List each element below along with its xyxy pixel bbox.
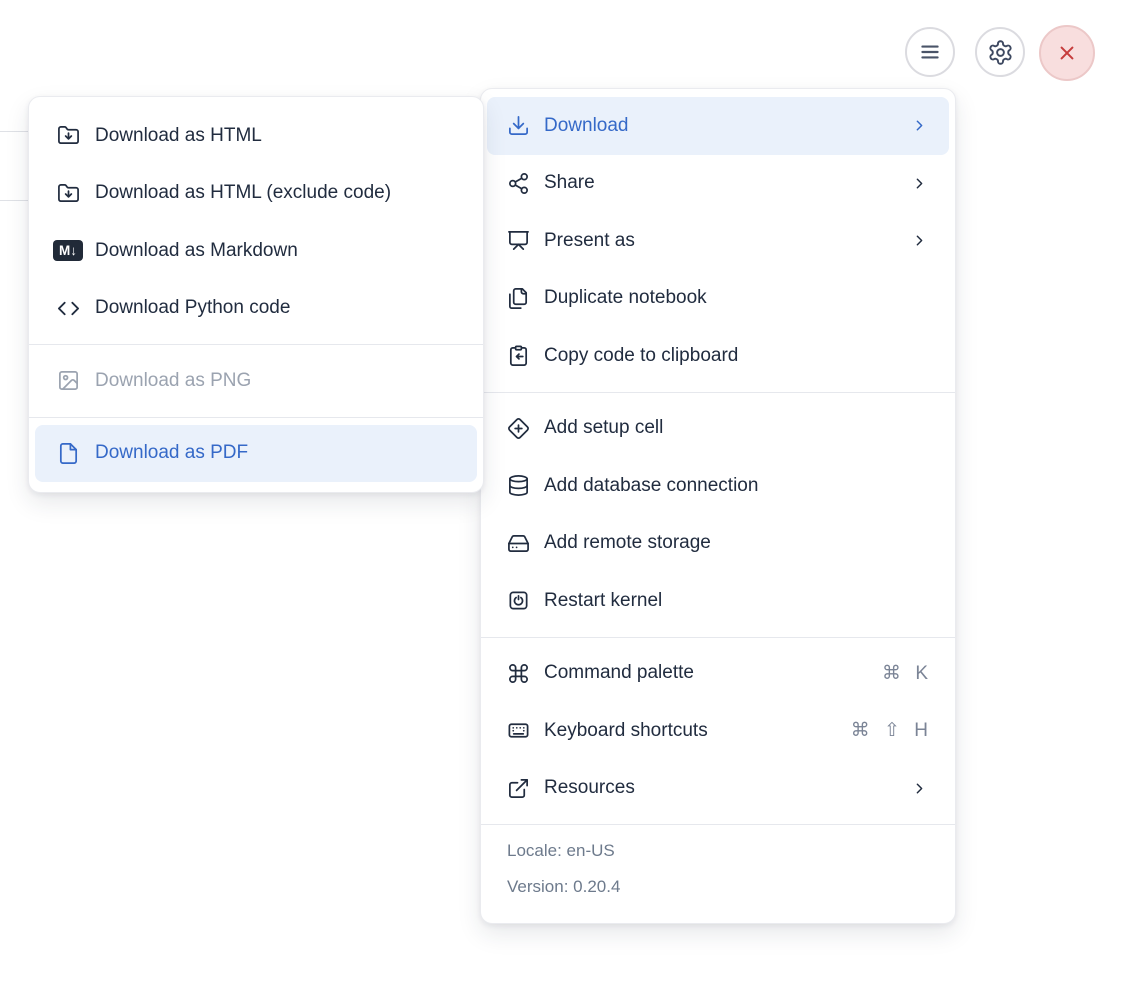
menu-item-label: Add database connection [544,474,759,496]
database-icon [506,474,530,498]
submenu-item-label: Download Python code [95,297,291,319]
menu-button[interactable] [905,27,955,77]
chevron-right-icon [916,120,923,131]
locale-text: Locale: en-US [507,841,615,860]
keyboard-icon [506,719,530,743]
menu-item-label: Keyboard shortcuts [544,719,708,741]
menu-item-label: Download [544,114,629,136]
submenu-item-label: Download as PDF [95,442,249,464]
file-icon [53,441,83,465]
folder-down-icon [53,124,83,148]
presentation-icon [506,229,530,253]
duplicate-files-icon [506,286,530,310]
notebook-menu: Download Share Present as Duplicate note… [480,88,956,924]
submenu-item-download-python[interactable]: Download Python code [35,280,477,338]
image-icon [53,369,83,393]
menu-item-add-setup-cell[interactable]: Add setup cell [487,400,949,458]
submenu-item-download-html[interactable]: Download as HTML [35,107,477,165]
external-link-icon [506,776,530,800]
menu-item-label: Add remote storage [544,532,711,554]
menu-item-restart-kernel[interactable]: Restart kernel [487,572,949,630]
clipboard-copy-icon [506,344,530,368]
menu-divider [481,636,955,638]
menu-item-download[interactable]: Download [487,97,949,155]
menu-item-share[interactable]: Share [487,155,949,213]
submenu-item-download-pdf[interactable]: Download as PDF [35,424,477,482]
menu-item-resources[interactable]: Resources [487,760,949,818]
hard-drive-icon [506,531,530,555]
power-square-icon [506,589,530,613]
menu-item-label: Add setup cell [544,417,664,439]
notebook-page: { "toolbar": { "buttons": [ { "name": "m… [0,0,1130,986]
shortcut-hint: ⌘ ⇧ H [850,720,928,742]
menu-item-label: Share [544,172,595,194]
menu-item-present-as[interactable]: Present as [487,212,949,270]
menu-item-label: Duplicate notebook [544,287,707,309]
submenu-item-label: Download as HTML (exclude code) [95,182,392,204]
menu-item-label: Restart kernel [544,589,663,611]
folder-down-icon [53,181,83,205]
submenu-item-label: Download as Markdown [95,239,298,261]
share-icon [506,171,530,195]
menu-item-label: Resources [544,777,635,799]
menu-divider [481,391,955,393]
menu-item-copy-code[interactable]: Copy code to clipboard [487,327,949,385]
chevron-right-icon [916,783,923,794]
gear-icon [988,39,1012,65]
code-icon [53,296,83,320]
hamburger-icon [921,45,939,59]
background-rule-line [0,131,28,132]
submenu-item-download-markdown[interactable]: M↓ Download as Markdown [35,222,477,280]
download-submenu: Download as HTML Download as HTML (exclu… [28,96,484,493]
chevron-right-icon [916,235,923,246]
submenu-divider [29,416,483,418]
menu-item-duplicate-notebook[interactable]: Duplicate notebook [487,270,949,328]
submenu-item-download-png: Download as PNG [35,352,477,410]
menu-item-keyboard-shortcuts[interactable]: Keyboard shortcuts ⌘ ⇧ H [487,702,949,760]
menu-item-label: Present as [544,229,635,251]
version-text: Version: 0.20.4 [507,877,621,896]
submenu-item-download-html-exclude-code[interactable]: Download as HTML (exclude code) [35,165,477,223]
download-icon [506,114,530,138]
menu-item-label: Command palette [544,662,694,684]
menu-item-add-database-connection[interactable]: Add database connection [487,457,949,515]
close-button[interactable] [1039,25,1095,81]
markdown-badge-icon: M↓ [53,239,83,263]
close-x-icon [1060,46,1074,60]
diamond-plus-icon [506,416,530,440]
submenu-item-label: Download as HTML [95,124,262,146]
submenu-item-label: Download as PNG [95,369,252,391]
shortcut-hint: ⌘ K [882,662,928,684]
chevron-right-icon [916,178,923,189]
menu-footer: Locale: en-US Version: 0.20.4 [481,825,955,915]
menu-item-label: Copy code to clipboard [544,344,739,366]
menu-item-add-remote-storage[interactable]: Add remote storage [487,515,949,573]
settings-button[interactable] [975,27,1025,77]
command-icon [506,661,530,685]
submenu-divider [29,344,483,345]
background-rule-line [0,200,28,201]
menu-item-command-palette[interactable]: Command palette ⌘ K [487,645,949,703]
